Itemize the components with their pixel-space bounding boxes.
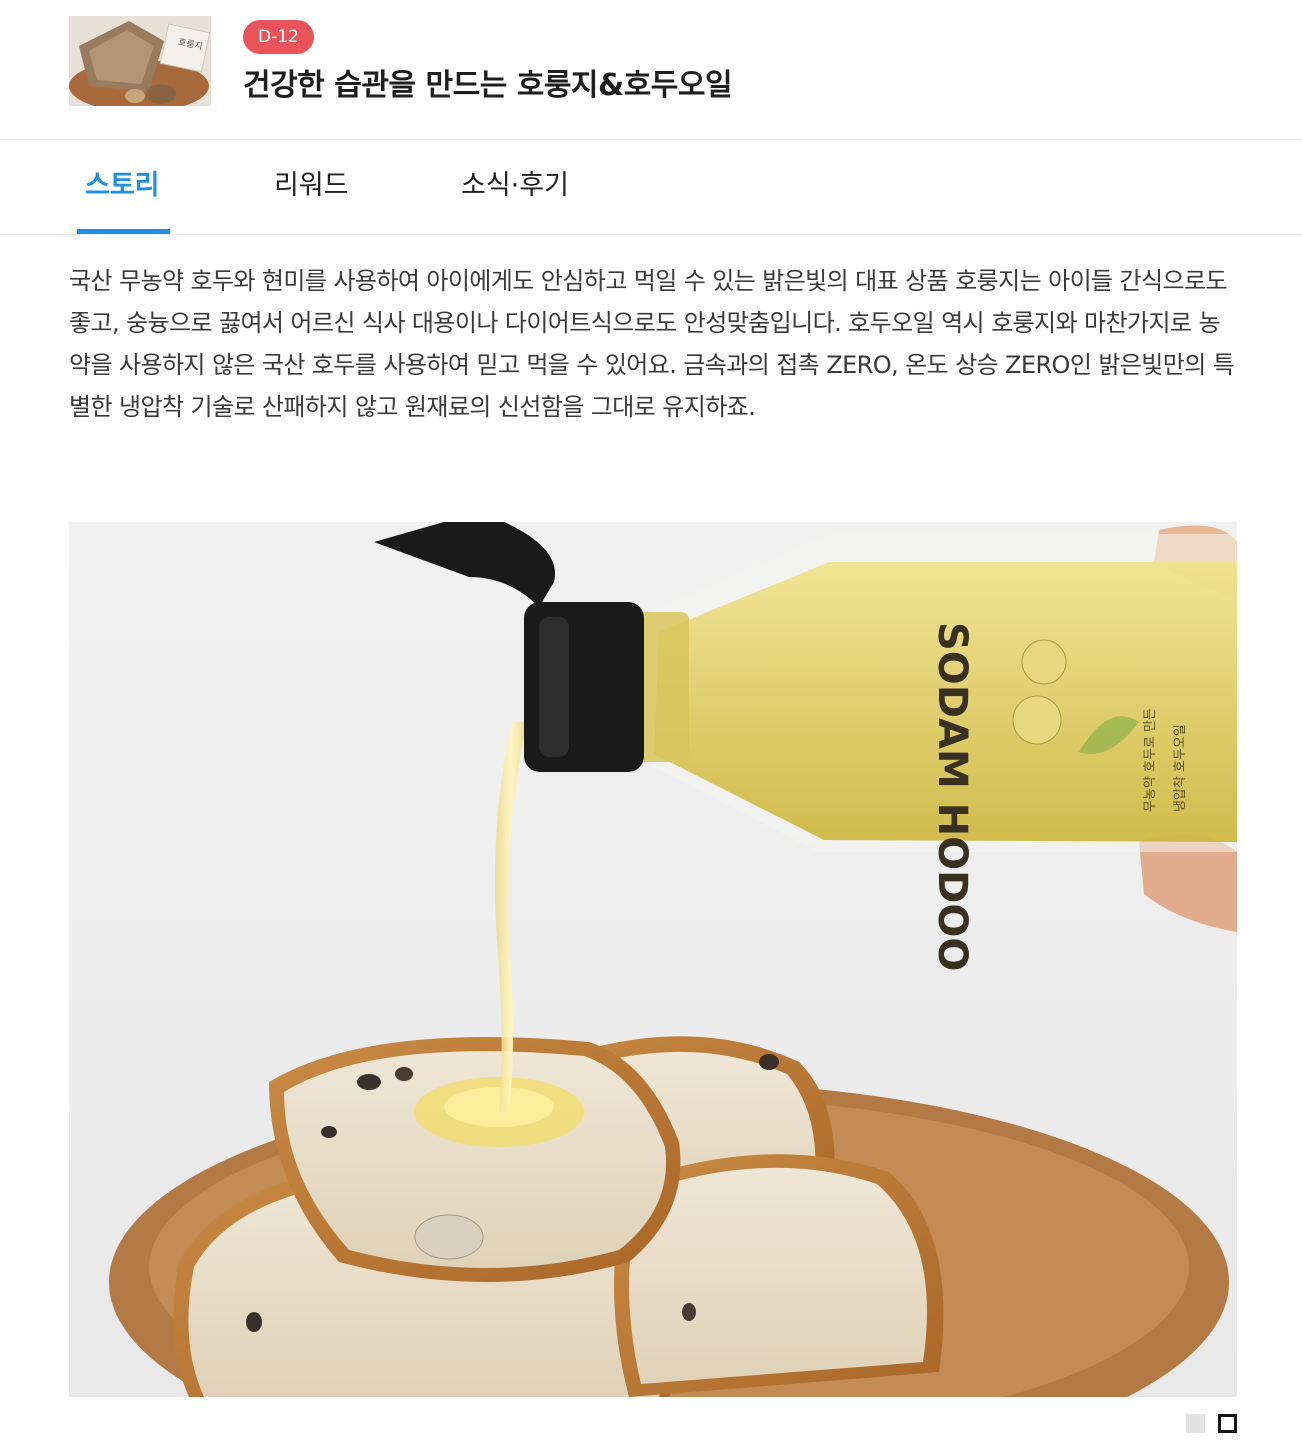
product-thumbnail[interactable]: 호룽지 <box>69 16 211 106</box>
image-pager <box>1186 1414 1238 1434</box>
oil-on-bread-illustration: SODAM HODOO 무농약 호두로 만든 냉압착 호두오일 <box>69 522 1237 1397</box>
tab-rewards[interactable]: 리워드 <box>266 140 357 235</box>
tab-story[interactable]: 스토리 <box>77 140 168 235</box>
tab-news-reviews[interactable]: 소식·후기 <box>453 140 577 235</box>
deadline-badge: D-12 <box>243 20 314 54</box>
thumbnail-image: 호룽지 <box>69 16 211 106</box>
active-tab-indicator <box>77 229 170 234</box>
bottle-brand-text: SODAM HODOO <box>929 622 975 971</box>
project-header: 호룽지 D-12 건강한 습관을 만드는 호룽지&호두오일 <box>0 0 1302 140</box>
bottle-sub2-text: 냉압착 호두오일 <box>1173 724 1188 812</box>
story-paragraph: 국산 무농약 호두와 현미를 사용하여 아이에게도 안심하고 먹일 수 있는 밝… <box>69 267 1235 421</box>
page-title: 건강한 습관을 만드는 호룽지&호두오일 <box>243 68 733 103</box>
story-image: SODAM HODOO 무농약 호두로 만든 냉압착 호두오일 <box>69 522 1237 1397</box>
pager-dot-2[interactable] <box>1218 1414 1237 1433</box>
pager-dot-1[interactable] <box>1186 1414 1205 1433</box>
bottle-label: SODAM HODOO <box>929 622 975 971</box>
tab-bar: 스토리 리워드 소식·후기 <box>0 140 1302 235</box>
bottle-sub1-text: 무농약 호두로 만든 <box>1143 708 1158 812</box>
